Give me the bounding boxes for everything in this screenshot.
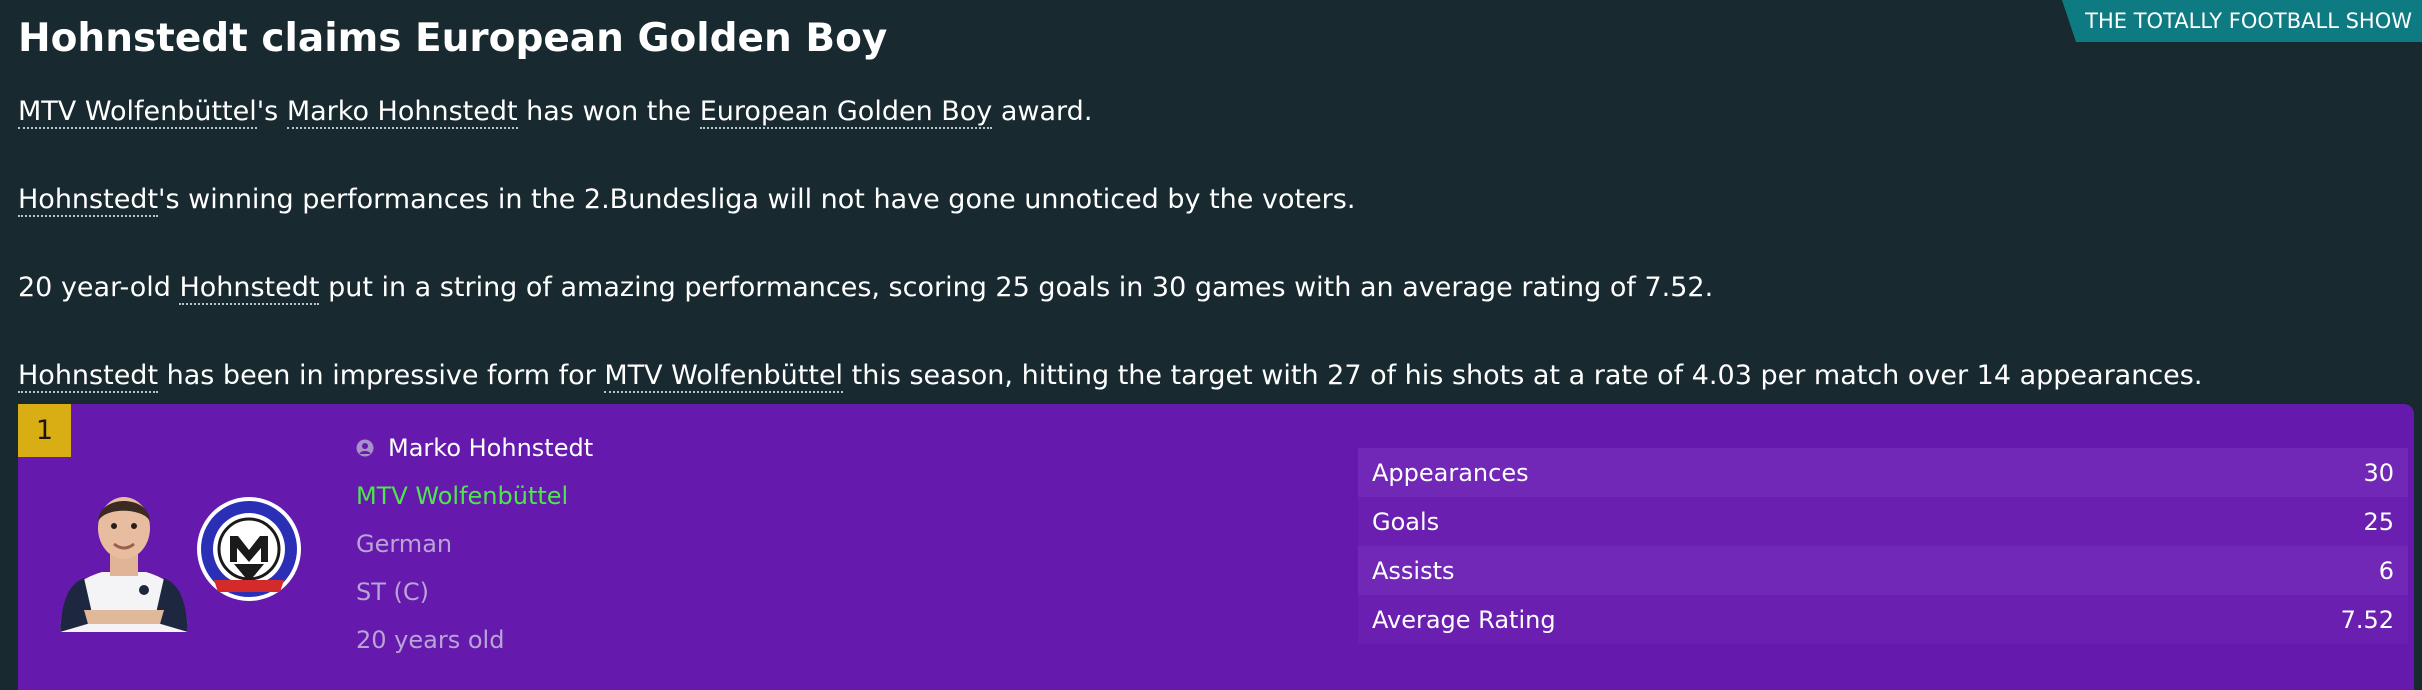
text-span: award. [992, 96, 1093, 127]
player-nationality: German [356, 530, 453, 558]
stat-row-appearances: Appearances 30 [1358, 448, 2408, 497]
stat-row-assists: Assists 6 [1358, 546, 2408, 595]
stat-label: Appearances [1372, 458, 1529, 487]
rank-badge: 1 [18, 404, 71, 457]
club-crest-icon[interactable] [194, 494, 304, 604]
stat-label: Goals [1372, 507, 1440, 536]
award-link[interactable]: European Golden Boy [699, 96, 993, 129]
news-source-tag: THE TOTALLY FOOTBALL SHOW [2062, 0, 2422, 42]
news-paragraph-2: Hohnstedt's winning performances in the … [18, 184, 1356, 217]
news-paragraph-4: Hohnstedt has been in impressive form fo… [18, 360, 2203, 393]
player-link[interactable]: Hohnstedt [18, 360, 159, 393]
player-club-link[interactable]: MTV Wolfenbüttel [356, 482, 568, 510]
text-span: put in a string of amazing performances,… [319, 272, 1714, 303]
stat-value: 25 [2363, 507, 2394, 536]
text-span: 's winning performances in the 2.Bundesl… [158, 184, 1356, 215]
news-headline: Hohnstedt claims European Golden Boy [18, 16, 888, 61]
stat-value: 7.52 [2340, 605, 2394, 634]
player-name[interactable]: Marko Hohnstedt [388, 434, 593, 462]
news-paragraph-1: MTV Wolfenbüttel's Marko Hohnstedt has w… [18, 96, 1093, 129]
stat-row-average-rating: Average Rating 7.52 [1358, 595, 2408, 644]
text-span: has won the [517, 96, 700, 127]
club-link[interactable]: MTV Wolfenbüttel [604, 360, 844, 393]
text-span: 20 year-old [18, 272, 180, 303]
award-winner-card: 1 Marko Hohnstedt MTV Wolfenbüttel Germa… [18, 404, 2414, 690]
player-link[interactable]: Marko Hohnstedt [286, 96, 518, 129]
stat-label: Average Rating [1372, 605, 1556, 634]
player-age: 20 years old [356, 626, 505, 654]
text-span: has been in impressive form for [158, 360, 605, 391]
person-icon [356, 439, 374, 457]
text-span: 's [256, 96, 287, 127]
player-link[interactable]: Hohnstedt [18, 184, 159, 217]
player-name-row[interactable]: Marko Hohnstedt [356, 434, 593, 462]
player-photo[interactable] [54, 472, 194, 632]
text-span: this season, hitting the target with 27 … [843, 360, 2203, 391]
stats-table: Appearances 30 Goals 25 Assists 6 Averag… [1358, 448, 2408, 644]
player-link[interactable]: Hohnstedt [179, 272, 320, 305]
stat-value: 30 [2363, 458, 2394, 487]
club-link[interactable]: MTV Wolfenbüttel [18, 96, 257, 129]
stat-row-goals: Goals 25 [1358, 497, 2408, 546]
news-paragraph-3: 20 year-old Hohnstedt put in a string of… [18, 272, 1714, 305]
stat-label: Assists [1372, 556, 1455, 585]
stat-value: 6 [2378, 556, 2394, 585]
player-position: ST (C) [356, 578, 430, 606]
